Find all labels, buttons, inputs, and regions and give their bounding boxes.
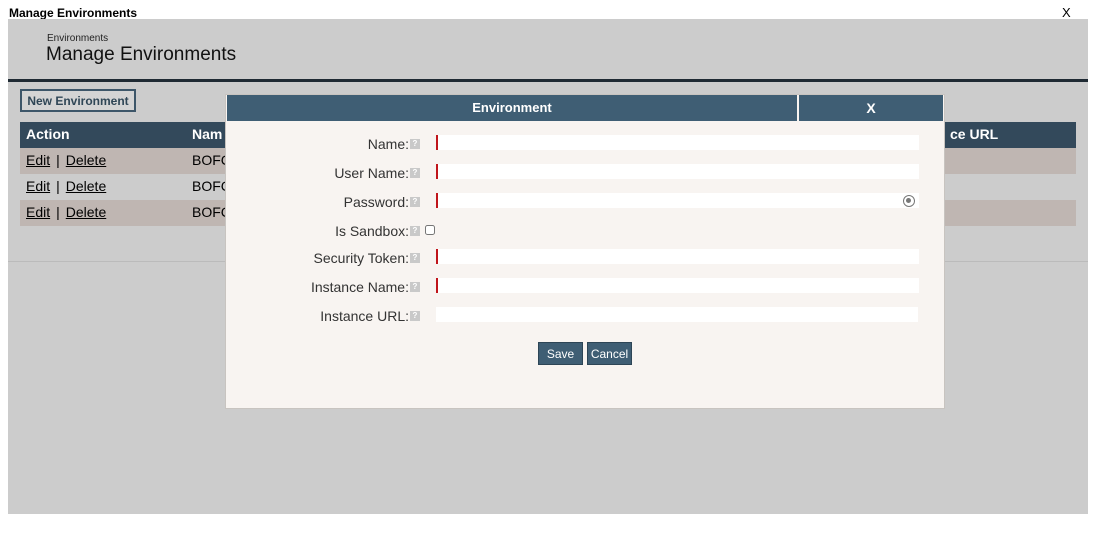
page-title: Manage Environments: [46, 44, 237, 65]
is-sandbox-label: Is Sandbox:: [335, 223, 409, 239]
reveal-password-icon[interactable]: [903, 195, 915, 207]
user-name-label: User Name:: [334, 165, 409, 181]
environment-dialog: Environment X Name: ? User Name: ? Passw…: [225, 94, 945, 409]
edit-link[interactable]: Edit: [26, 152, 50, 168]
security-token-row: Security Token: ?: [226, 248, 946, 268]
action-separator: |: [56, 204, 60, 220]
save-button[interactable]: Save: [538, 342, 583, 365]
column-header-name: Nam: [192, 126, 223, 142]
name-row: Name: ?: [226, 134, 946, 154]
row-actions: Edit | Delete: [26, 178, 106, 194]
password-row: Password: ?: [226, 192, 946, 212]
row-actions: Edit | Delete: [26, 152, 106, 168]
delete-link[interactable]: Delete: [66, 204, 106, 220]
page-header: Environments Manage Environments: [8, 19, 1088, 79]
column-header-instance-url: ce URL: [950, 126, 999, 142]
instance-url-row: Instance URL: ?: [226, 306, 946, 326]
window-close-button[interactable]: X: [1062, 5, 1071, 20]
help-icon[interactable]: ?: [410, 168, 420, 178]
instance-url-label: Instance URL:: [320, 308, 409, 324]
password-input[interactable]: [438, 193, 919, 208]
password-label: Password:: [343, 194, 409, 210]
column-header-action: Action: [26, 126, 70, 142]
instance-name-label: Instance Name:: [310, 279, 409, 295]
is-sandbox-checkbox[interactable]: [425, 225, 435, 235]
edit-link[interactable]: Edit: [26, 204, 50, 220]
breadcrumb[interactable]: Environments: [47, 33, 108, 44]
row-actions: Edit | Delete: [26, 204, 106, 220]
delete-link[interactable]: Delete: [66, 152, 106, 168]
help-icon[interactable]: ?: [410, 226, 420, 236]
is-sandbox-row: Is Sandbox: ?: [226, 221, 946, 241]
instance-name-row: Instance Name: ?: [226, 277, 946, 297]
user-name-input[interactable]: [438, 164, 919, 179]
instance-name-input[interactable]: [438, 278, 919, 293]
edit-link[interactable]: Edit: [26, 178, 50, 194]
name-input[interactable]: [438, 135, 919, 150]
cancel-button[interactable]: Cancel: [587, 342, 632, 365]
instance-url-input[interactable]: [436, 307, 918, 322]
security-token-label: Security Token:: [313, 250, 409, 266]
help-icon[interactable]: ?: [410, 139, 420, 149]
help-icon[interactable]: ?: [410, 311, 420, 321]
action-separator: |: [56, 152, 60, 168]
help-icon[interactable]: ?: [410, 197, 420, 207]
new-environment-button[interactable]: New Environment: [20, 89, 136, 112]
security-token-input[interactable]: [438, 249, 919, 264]
name-label: Name:: [367, 136, 409, 152]
dialog-close-button[interactable]: X: [799, 95, 943, 121]
delete-link[interactable]: Delete: [66, 178, 106, 194]
user-name-row: User Name: ?: [226, 163, 946, 183]
dialog-title: Environment: [227, 95, 797, 121]
help-icon[interactable]: ?: [410, 282, 420, 292]
action-separator: |: [56, 178, 60, 194]
window-title: Manage Environments: [9, 6, 138, 20]
help-icon[interactable]: ?: [410, 253, 420, 263]
